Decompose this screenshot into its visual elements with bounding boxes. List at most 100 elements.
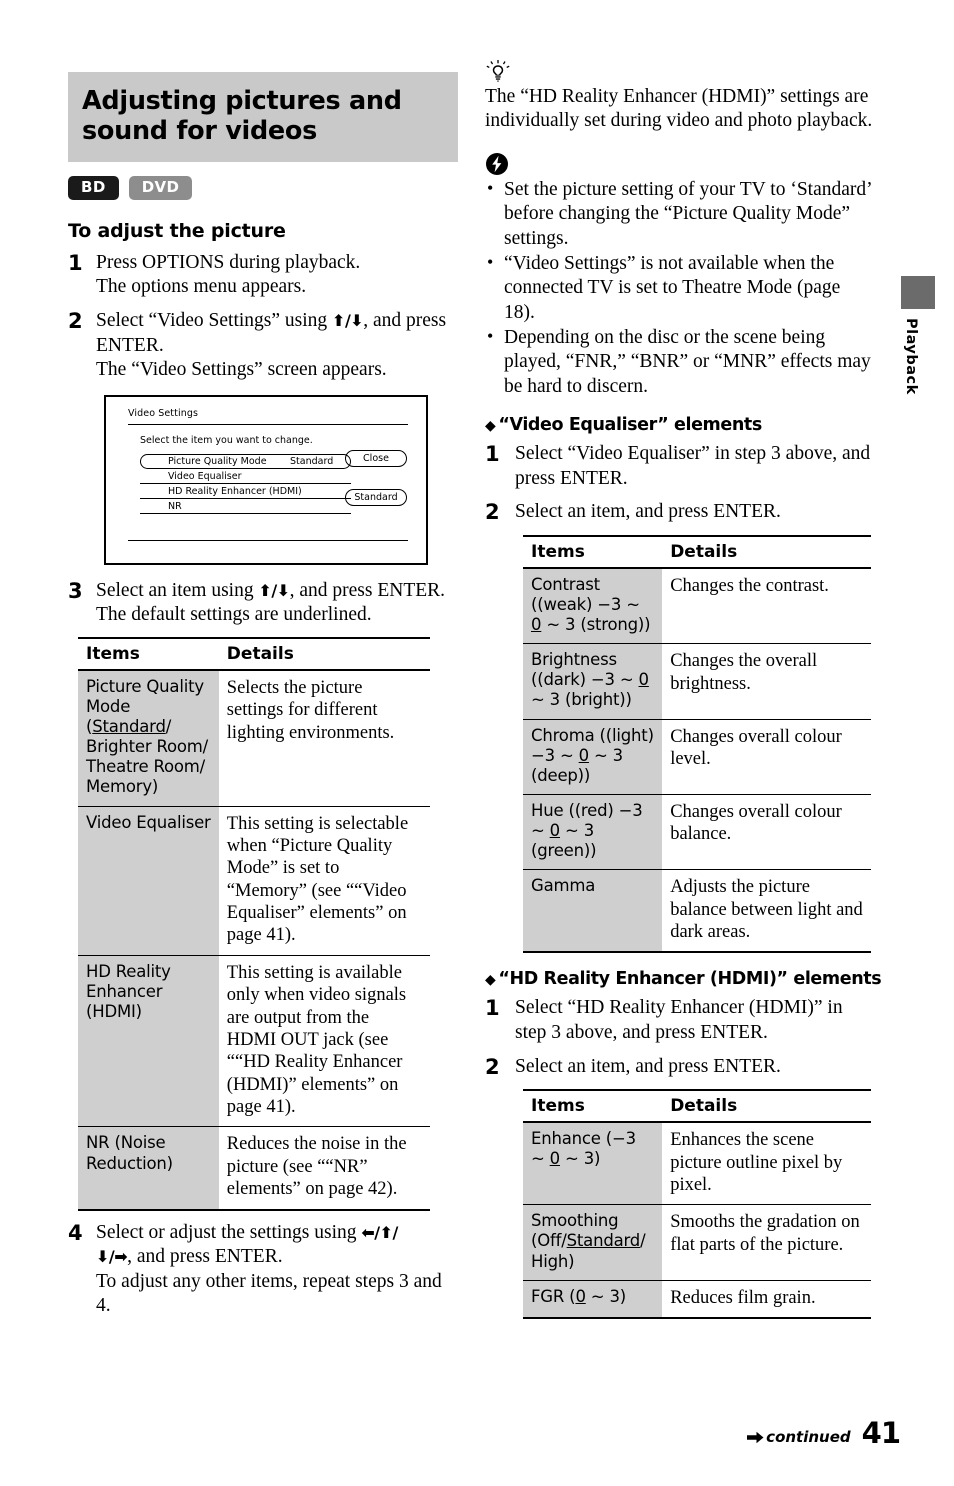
- step-text: Select an item, and press ENTER.: [515, 501, 781, 523]
- screen-list-item-hd-reality-enhancer[interactable]: HD Reality Enhancer (HDMI): [140, 484, 351, 499]
- item-text: HD Reality Enhancer (HDMI): [86, 961, 171, 1022]
- table-cell-detail: Changes the contrast.: [662, 567, 871, 645]
- table-row: HD Reality Enhancer (HDMI) This setting …: [78, 955, 430, 1128]
- step-3-line-a: Select an item using: [96, 579, 259, 601]
- table-cell-detail: Changes overall colour balance.: [662, 794, 871, 871]
- column-header-items: Items: [523, 1089, 663, 1124]
- item-default-value: 0: [575, 1286, 586, 1306]
- screen-list-item-video-equaliser[interactable]: Video Equaliser: [140, 469, 351, 484]
- item-text: NR (Noise Reduction): [86, 1133, 173, 1173]
- hdre-step-2: 2 Select an item, and press ENTER.: [485, 1055, 875, 1081]
- item-default-value: Standard: [566, 1231, 641, 1251]
- step-number: 4: [68, 1220, 83, 1245]
- step-number: 1: [485, 996, 500, 1021]
- step-text: Select “Video Settings” using ⬆/⬇, and p…: [96, 309, 458, 383]
- note-item: Set the picture setting of your TV to ‘S…: [485, 177, 875, 251]
- document-page: Adjusting pictures and sound for videos …: [0, 0, 954, 1486]
- column-header-items: Items: [523, 534, 663, 569]
- screen-item-label: Picture Quality Mode: [168, 455, 267, 467]
- screen-title: Video Settings: [128, 407, 199, 419]
- step-number: 1: [68, 250, 83, 275]
- step-number: 3: [68, 578, 83, 603]
- screen-bottom-rule: [128, 539, 408, 541]
- step-3-line-b: , and press ENTER.: [289, 579, 446, 601]
- screen-top-rule: [128, 423, 408, 425]
- arrow-left-up-icon: ⬅/⬆/: [361, 1222, 398, 1242]
- step-number: 1: [485, 442, 500, 467]
- tip-lightbulb-icon: [485, 60, 511, 84]
- item-text-tail: ~ 3): [585, 1286, 627, 1306]
- table-cell-detail: Enhances the scene picture outline pixel…: [662, 1122, 871, 1206]
- page-number: 41: [861, 1416, 901, 1450]
- step-3: 3 Select an item using ⬆/⬇, and press EN…: [68, 579, 458, 628]
- diamond-bullet-icon: ◆: [485, 972, 496, 989]
- media-badges: BD DVD: [68, 176, 458, 200]
- step-1-line-2: The options menu appears.: [96, 276, 307, 298]
- screen-item-label: NR: [168, 500, 182, 512]
- badge-bd: BD: [68, 176, 119, 200]
- step-text: Select or adjust the settings using ⬅/⬆/…: [96, 1221, 458, 1319]
- table-row: Enhance (−3 ~ 0 ~ 3) Enhances the scene …: [523, 1122, 871, 1206]
- item-text-tail: ~ 3 (bright)): [531, 690, 632, 710]
- step-text: Select an item, and press ENTER.: [515, 1055, 781, 1077]
- table-cell-item: Picture Quality Mode (Standard/ Brighter…: [78, 669, 219, 807]
- item-text-tail: ~ 3 (strong)): [541, 615, 651, 635]
- item-text: Video Equaliser: [86, 812, 211, 832]
- heading-hd-reality-enhancer-elements: ◆ “HD Reality Enhancer (HDMI)” elements: [485, 969, 882, 989]
- step-1: 1 Press OPTIONS during playback. The opt…: [68, 251, 458, 300]
- equaliser-step-1: 1 Select “Video Equaliser” in step 3 abo…: [485, 442, 875, 491]
- table-row: Hue ((red) −3 ~ 0 ~ 3 (green)) Changes o…: [523, 794, 871, 871]
- step-text: Select an item using ⬆/⬇, and press ENTE…: [96, 579, 458, 628]
- screen-item-list: Picture Quality Mode Standard Video Equa…: [140, 453, 351, 514]
- step-3-line-c: The default settings are underlined.: [96, 604, 372, 626]
- item-default-value: 0: [549, 821, 561, 841]
- step-4-line-b: , and press ENTER.: [127, 1246, 283, 1268]
- table-row: Gamma Adjusts the picture balance betwee…: [523, 869, 871, 954]
- left-column: Adjusting pictures and sound for videos …: [68, 72, 458, 1328]
- item-text-tail: ~ 3): [559, 1149, 601, 1169]
- table-cell-item: HD Reality Enhancer (HDMI): [78, 955, 219, 1128]
- right-column: The “HD Reality Enhancer (HDMI)” setting…: [485, 60, 882, 1327]
- table-cell-detail: Smooths the gradation on flat parts of t…: [662, 1204, 871, 1281]
- note-item: “Video Settings” is not available when t…: [485, 251, 875, 325]
- heading-text: “HD Reality Enhancer (HDMI)” elements: [498, 969, 882, 990]
- continued-label: continued: [766, 1428, 851, 1446]
- table-row: Contrast ((weak) −3 ~ 0 ~ 3 (strong)) Ch…: [523, 567, 871, 645]
- step-number: 2: [68, 309, 83, 334]
- screen-instruction: Select the item you want to change.: [140, 434, 313, 446]
- table-header-row: Items Details: [78, 636, 430, 671]
- table-row: Video Equaliser This setting is selectab…: [78, 806, 430, 956]
- table-header-row: Items Details: [523, 1089, 871, 1124]
- table-row: FGR (0 ~ 3) Reduces film grain.: [523, 1280, 871, 1320]
- screen-close-button[interactable]: Close: [345, 449, 407, 467]
- continued-marker: continued: [747, 1428, 851, 1450]
- badge-dvd: DVD: [128, 176, 193, 200]
- video-equaliser-table: Items Details Contrast ((weak) −3 ~ 0 ~ …: [523, 534, 871, 954]
- screen-standard-button[interactable]: Standard: [345, 488, 407, 506]
- page-title: Adjusting pictures and sound for videos: [68, 72, 458, 163]
- tip-text: The “HD Reality Enhancer (HDMI)” setting…: [485, 86, 873, 132]
- screen-list-item-picture-quality-mode[interactable]: Picture Quality Mode Standard: [140, 453, 351, 469]
- notes-list: Set the picture setting of your TV to ‘S…: [485, 177, 875, 399]
- table-cell-item: Hue ((red) −3 ~ 0 ~ 3 (green)): [523, 794, 663, 871]
- screen-list-item-nr[interactable]: NR: [140, 499, 351, 514]
- step-4-line-a: Select or adjust the settings using: [96, 1221, 362, 1243]
- table-cell-item: FGR (0 ~ 3): [523, 1280, 663, 1320]
- arrow-up-down-icon: ⬆/⬇: [258, 580, 290, 600]
- step-text: Press OPTIONS during playback. The optio…: [96, 251, 458, 300]
- table-row: NR (Noise Reduction) Reduces the noise i…: [78, 1126, 430, 1211]
- step-text: Select “Video Equaliser” in step 3 above…: [515, 443, 871, 489]
- item-default-value: 0: [549, 1149, 561, 1169]
- diamond-bullet-icon: ◆: [485, 418, 496, 435]
- section-heading-adjust-picture: To adjust the picture: [68, 219, 286, 242]
- step-2-line-a: Select “Video Settings” using: [96, 310, 333, 332]
- table-cell-item: Enhance (−3 ~ 0 ~ 3): [523, 1122, 663, 1206]
- item-text: Contrast ((weak) −3 ~: [531, 574, 640, 614]
- item-text: Gamma: [531, 876, 596, 896]
- table-cell-item: Chroma ((light) −3 ~ 0 ~ 3 (deep)): [523, 719, 663, 795]
- step-2-line-c: The “Video Settings” screen appears.: [96, 359, 387, 381]
- item-default-value: 0: [531, 615, 542, 635]
- table-cell-item: Brightness ((dark) −3 ~ 0 ~ 3 (bright)): [523, 643, 663, 720]
- step-2: 2 Select “Video Settings” using ⬆/⬇, and…: [68, 309, 458, 383]
- picture-settings-table: Items Details Picture Quality Mode (Stan…: [78, 636, 430, 1211]
